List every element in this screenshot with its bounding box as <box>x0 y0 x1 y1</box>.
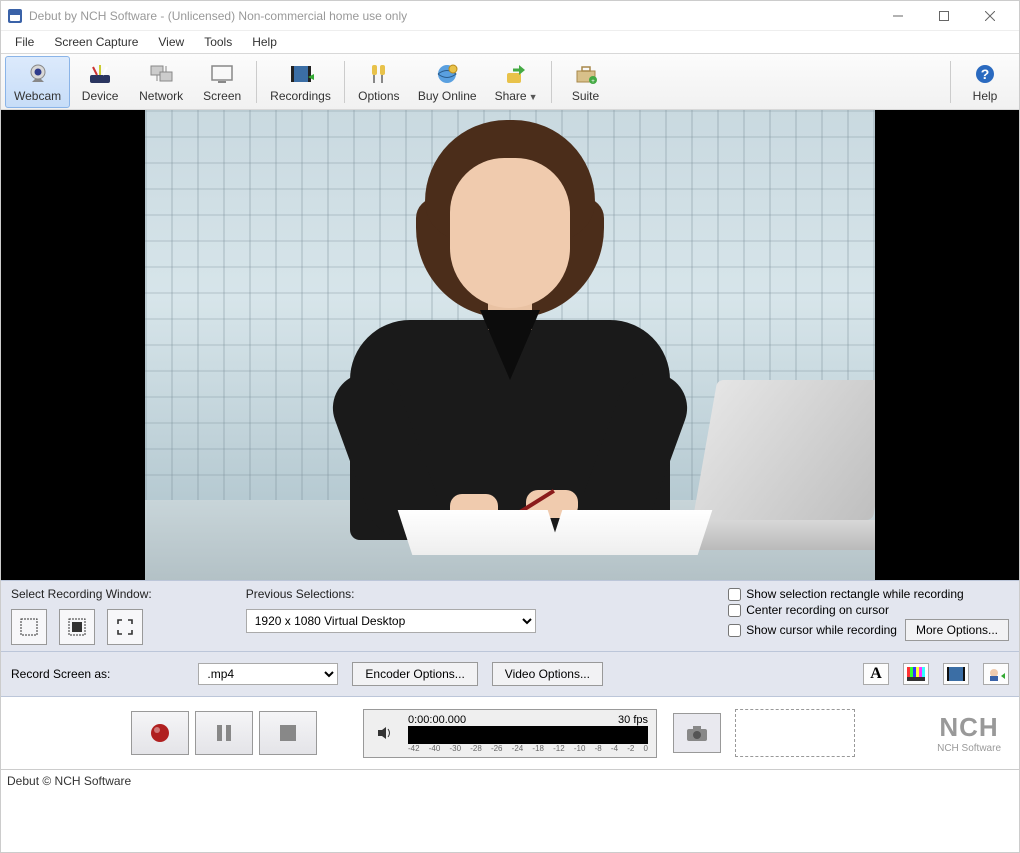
share-icon <box>502 61 530 87</box>
recordings-icon <box>287 61 315 87</box>
previous-selections-label: Previous Selections: <box>246 587 536 601</box>
toolbar-label: Suite <box>572 89 599 103</box>
selection-panel: Select Recording Window: Previous Select… <box>1 580 1019 652</box>
toolbar-suite[interactable]: + Suite <box>556 56 616 108</box>
fade-indicator <box>11 727 131 739</box>
main-toolbar: Webcam Device Network Screen Recordings … <box>1 53 1019 110</box>
toolbar-separator <box>256 61 257 103</box>
options-icon <box>365 61 393 87</box>
audio-icon[interactable] <box>372 722 398 744</box>
toolbar-buy-online[interactable]: Buy Online <box>409 56 486 108</box>
toolbar-webcam[interactable]: Webcam <box>5 56 70 108</box>
check-show-cursor[interactable]: Show cursor while recording <box>728 623 897 637</box>
video-options-button[interactable]: Video Options... <box>492 662 603 686</box>
text-overlay-button[interactable]: A <box>863 663 889 685</box>
thumbnail-placeholder <box>735 709 855 757</box>
close-button[interactable] <box>967 1 1013 31</box>
snapshot-button[interactable] <box>673 713 721 753</box>
format-dropdown[interactable]: .mp4 <box>198 663 338 685</box>
status-text: Debut © NCH Software <box>7 774 131 788</box>
toolbar-label: Screen <box>203 89 241 103</box>
statusbar: Debut © NCH Software <box>1 769 1019 791</box>
menu-screen-capture[interactable]: Screen Capture <box>46 33 146 51</box>
record-as-label: Record Screen as: <box>11 667 110 681</box>
suite-icon: + <box>572 61 600 87</box>
fps-display: 30 fps <box>618 714 648 726</box>
effects-button[interactable] <box>943 663 969 685</box>
playback-controls: 0:00:00.000 30 fps -42-40-30-28-26-24-18… <box>1 697 1019 769</box>
toolbar-recordings[interactable]: Recordings <box>261 56 340 108</box>
check-show-rectangle[interactable]: Show selection rectangle while recording <box>728 587 1009 601</box>
select-window-button[interactable] <box>59 609 95 645</box>
toolbar-share[interactable]: Share▼ <box>486 56 547 108</box>
toolbar-label: Network <box>139 89 183 103</box>
encoder-options-button[interactable]: Encoder Options... <box>352 662 477 686</box>
color-adjust-button[interactable] <box>903 663 929 685</box>
network-icon <box>147 61 175 87</box>
meter-ticks: -42-40-30-28-26-24-18-12-10-8-4-20 <box>408 744 648 753</box>
toolbar-separator <box>551 61 552 103</box>
record-panel: Record Screen as: .mp4 Encoder Options..… <box>1 652 1019 697</box>
device-icon <box>86 61 114 87</box>
webcam-icon <box>24 61 52 87</box>
toolbar-label: Help <box>973 89 998 103</box>
toolbar-device[interactable]: Device <box>70 56 130 108</box>
pause-button[interactable] <box>195 711 253 755</box>
toolbar-network[interactable]: Network <box>130 56 192 108</box>
menu-tools[interactable]: Tools <box>196 33 240 51</box>
menu-file[interactable]: File <box>7 33 42 51</box>
record-button[interactable] <box>131 711 189 755</box>
check-center-cursor[interactable]: Center recording on cursor <box>728 603 1009 617</box>
menu-help[interactable]: Help <box>244 33 285 51</box>
time-display: 0:00:00.000 <box>408 714 466 726</box>
menubar: File Screen Capture View Tools Help <box>1 31 1019 53</box>
preview-content <box>145 110 875 580</box>
video-preview <box>1 110 1019 580</box>
toolbar-separator <box>344 61 345 103</box>
toolbar-screen[interactable]: Screen <box>192 56 252 108</box>
select-rectangle-button[interactable] <box>11 609 47 645</box>
buy-online-icon <box>433 61 461 87</box>
toolbar-label: Recordings <box>270 89 331 103</box>
toolbar-label: Device <box>82 89 119 103</box>
titlebar: Debut by NCH Software - (Unlicensed) Non… <box>1 1 1019 31</box>
audio-level-meter <box>408 726 648 744</box>
minimize-button[interactable] <box>875 1 921 31</box>
svg-text:+: + <box>591 79 595 85</box>
toolbar-label: Options <box>358 89 399 103</box>
toolbar-label: Buy Online <box>418 89 477 103</box>
maximize-button[interactable] <box>921 1 967 31</box>
menu-view[interactable]: View <box>150 33 192 51</box>
app-icon <box>7 8 23 24</box>
svg-text:?: ? <box>981 66 990 82</box>
nch-logo: NCH NCH Software <box>937 712 1001 754</box>
toolbar-options[interactable]: Options <box>349 56 409 108</box>
toolbar-label: Share <box>495 89 527 103</box>
screen-icon <box>208 61 236 87</box>
help-icon: ? <box>971 61 999 87</box>
toolbar-label: Webcam <box>14 89 61 103</box>
select-fullscreen-button[interactable] <box>107 609 143 645</box>
window-title: Debut by NCH Software - (Unlicensed) Non… <box>29 9 875 23</box>
timeline-panel: 0:00:00.000 30 fps -42-40-30-28-26-24-18… <box>363 709 657 758</box>
more-options-button[interactable]: More Options... <box>905 619 1009 641</box>
stop-button[interactable] <box>259 711 317 755</box>
select-window-label: Select Recording Window: <box>11 587 152 601</box>
previous-selections-dropdown[interactable]: 1920 x 1080 Virtual Desktop <box>246 609 536 633</box>
dropdown-icon: ▼ <box>529 92 538 102</box>
toolbar-help[interactable]: ? Help <box>955 56 1015 108</box>
toolbar-separator <box>950 61 951 103</box>
watermark-button[interactable] <box>983 663 1009 685</box>
